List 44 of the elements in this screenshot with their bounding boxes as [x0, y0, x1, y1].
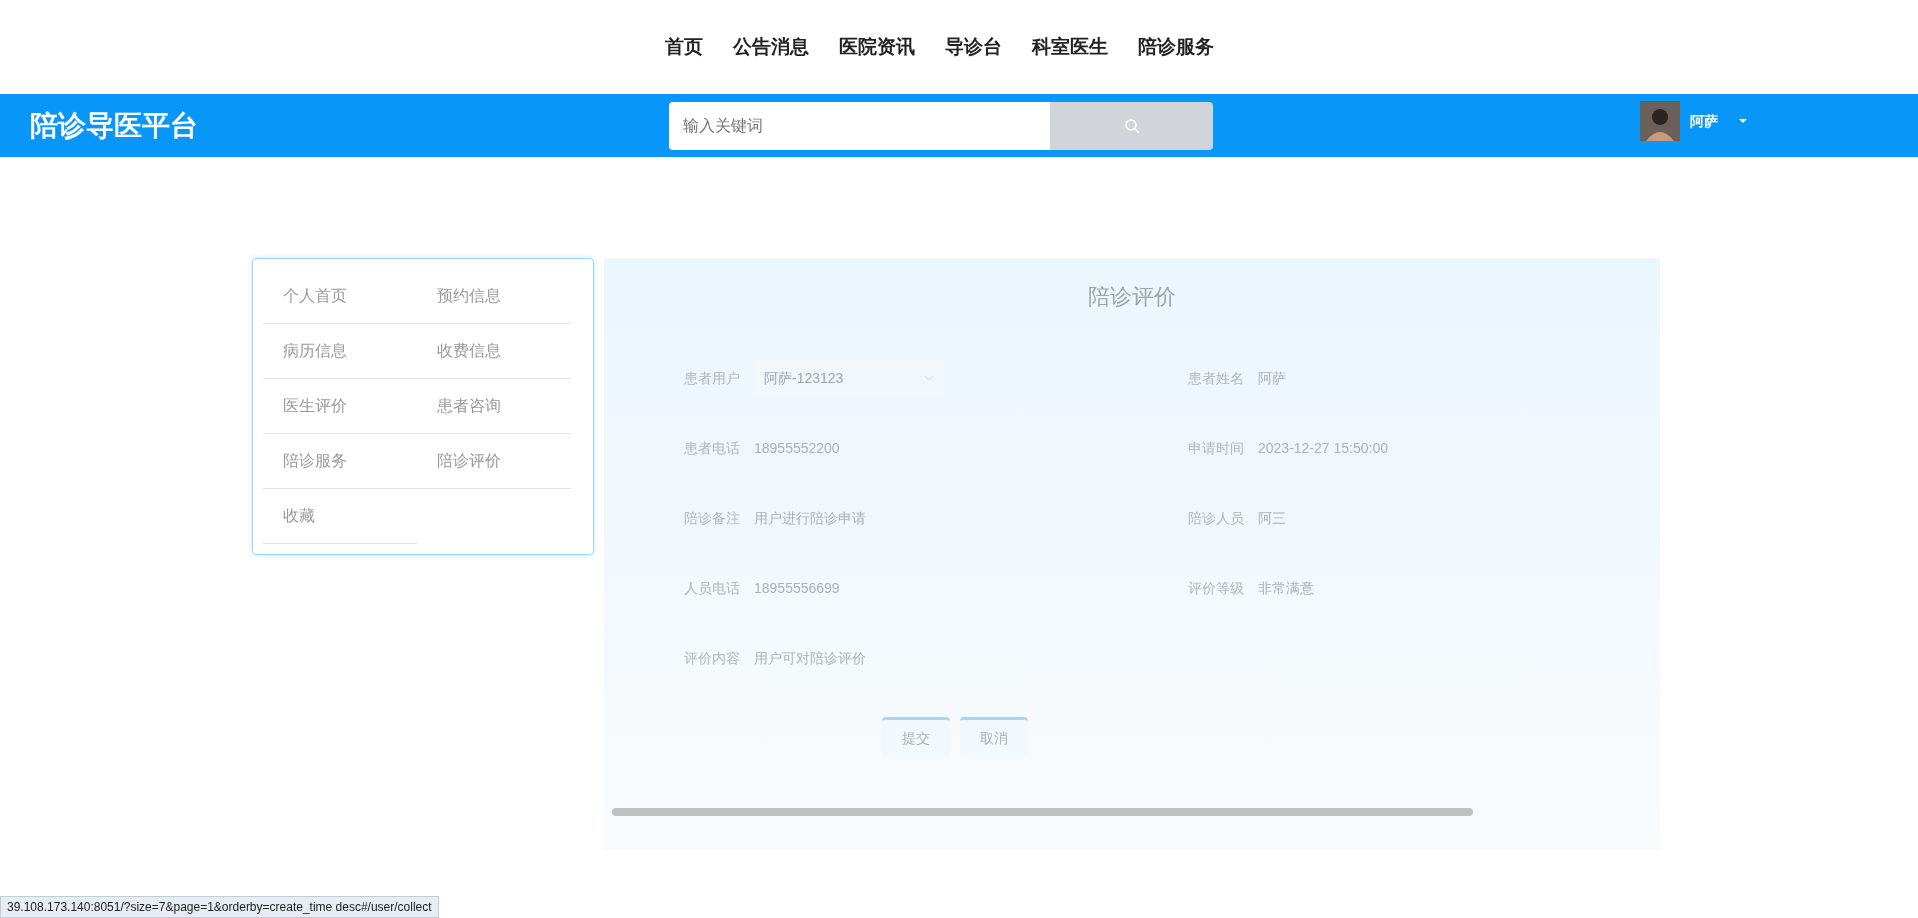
sidebar-item[interactable]: 陪诊服务: [263, 434, 417, 489]
site-logo: 陪诊导医平台: [30, 108, 199, 143]
field-value: 18955552200: [754, 438, 840, 458]
search-button[interactable]: [1050, 101, 1213, 150]
field-label: 患者电话: [684, 438, 741, 458]
sidebar-item[interactable]: 患者咨询: [417, 379, 571, 434]
search-icon: [1123, 117, 1140, 134]
field-value: 非常满意: [1258, 578, 1314, 598]
sidebar-item[interactable]: 收藏: [263, 489, 417, 544]
nav-link-item[interactable]: 陪诊服务: [1137, 32, 1214, 62]
field-label: 患者用户: [684, 368, 741, 388]
field-label: 陪诊人员: [1188, 508, 1245, 528]
field-value: 用户进行陪诊申请: [754, 508, 866, 528]
nav-link-item[interactable]: 公告消息: [732, 32, 809, 62]
field-value: 18955556699: [754, 578, 840, 598]
nav-link-item[interactable]: 首页: [664, 32, 703, 62]
field-label: 申请时间: [1188, 438, 1245, 458]
submit-button[interactable]: 提交: [882, 717, 950, 757]
user-name[interactable]: 阿萨: [1690, 110, 1718, 132]
sidebar-item[interactable]: 预约信息: [417, 269, 571, 324]
status-url: 39.108.173.140:8051/?size=7&page=1&orderby=create_time desc#/user/collect: [0, 896, 439, 918]
sidebar-item[interactable]: 收费信息: [417, 324, 571, 379]
sidebar-item[interactable]: 个人首页: [263, 269, 417, 324]
search-field[interactable]: 输入关键词: [669, 101, 1050, 150]
field-label: 人员电话: [684, 578, 741, 598]
caret-icon[interactable]: [1738, 118, 1748, 124]
field-value: 阿萨: [1258, 368, 1286, 388]
nav-link-item[interactable]: 科室医生: [1031, 32, 1108, 62]
field-value: 2023-12-27 15:50:00: [1258, 438, 1388, 458]
field-label: 陪诊备注: [684, 508, 741, 528]
avatar[interactable]: [1640, 101, 1680, 141]
nav-link-item[interactable]: 医院资讯: [838, 32, 915, 62]
sidebar-item[interactable]: 医生评价: [263, 379, 417, 434]
field-label: 评价等级: [1188, 578, 1245, 598]
cancel-button[interactable]: 取消: [960, 717, 1028, 757]
nav-link-item[interactable]: 导诊台: [944, 32, 1002, 62]
field-label: 患者姓名: [1188, 368, 1245, 388]
select-value: 阿萨-123123: [764, 368, 844, 388]
scrollbar[interactable]: [612, 808, 1473, 816]
form-title: 陪诊评价: [1087, 283, 1177, 311]
field-label: 评价内容: [684, 648, 741, 668]
field-value: 用户可对陪诊评价: [754, 648, 866, 668]
sidebar-item[interactable]: 病历信息: [263, 324, 417, 379]
sidebar-item[interactable]: 陪诊评价: [417, 434, 571, 489]
